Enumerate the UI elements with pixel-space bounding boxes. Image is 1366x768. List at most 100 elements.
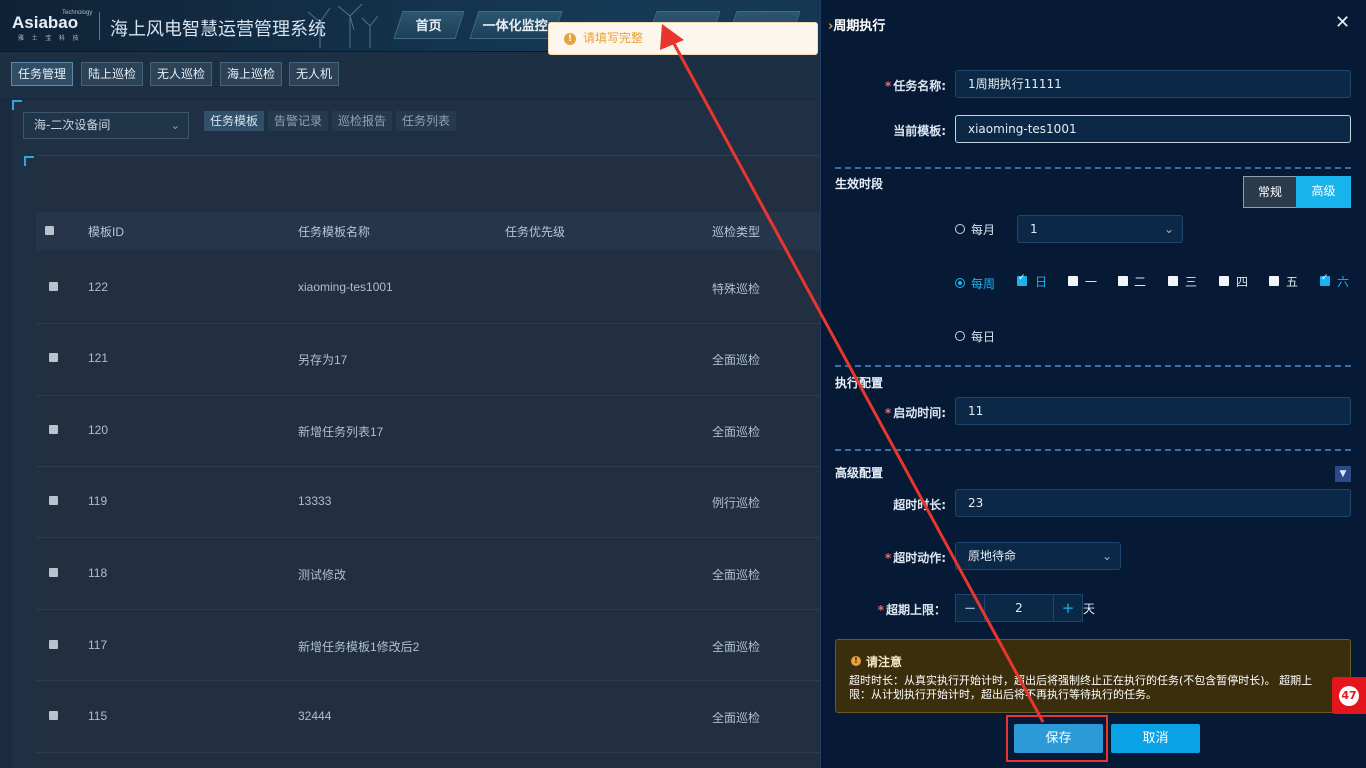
overdue-input[interactable]: 2 xyxy=(984,594,1054,622)
row-checkbox[interactable] xyxy=(49,425,58,434)
radio-weekly-label: 每周 xyxy=(971,277,996,291)
drawer-title: ›周期执行 xyxy=(828,15,885,34)
column-header-id: 模板ID xyxy=(88,225,125,239)
cell-id: 118 xyxy=(88,566,108,580)
tab-task-list[interactable]: 任务列表 xyxy=(396,111,457,131)
wind-turbine-icon xyxy=(307,3,379,48)
overdue-unit: 天 xyxy=(1083,602,1096,616)
radio-daily[interactable] xyxy=(955,331,965,341)
weekday-checkbox[interactable] xyxy=(1017,273,1027,286)
mode-normal-button[interactable]: 常规 xyxy=(1243,176,1297,208)
nav-tab-monitor-label: 一体化监控 xyxy=(483,18,549,33)
weekday-checkbox[interactable] xyxy=(1219,276,1229,286)
cell-name: 新增任务列表17 xyxy=(298,425,384,439)
weekday-checkbox[interactable] xyxy=(1168,276,1178,286)
info-icon: ! xyxy=(851,656,861,666)
weekday-checkbox[interactable] xyxy=(1068,276,1078,286)
cell-name: 新增任务模板1修改后2 xyxy=(298,640,420,654)
nav-tab-home[interactable]: 首页 xyxy=(393,11,465,39)
cell-id: 115 xyxy=(88,709,108,723)
nav-tab-home-label: 首页 xyxy=(415,18,442,33)
weekday-label: 日 xyxy=(1035,275,1048,289)
weekday-checkbox[interactable] xyxy=(1118,276,1128,286)
monthly-day-value: 1 xyxy=(1030,222,1038,236)
timeout-action-select[interactable]: 原地待命 ⌄ xyxy=(955,542,1121,570)
section-divider xyxy=(835,449,1351,451)
cell-id: 117 xyxy=(88,638,108,652)
radio-daily-label: 每日 xyxy=(971,330,996,344)
close-icon[interactable]: ✕ xyxy=(1335,12,1350,33)
start-time-label: * 启动时间: xyxy=(884,406,946,420)
overdue-label-text: 超期上限： xyxy=(885,603,946,617)
row-divider xyxy=(36,537,820,538)
sub-tab-task-management[interactable]: 任务管理 xyxy=(11,62,74,86)
tab-alarm-records[interactable]: 告警记录 xyxy=(268,111,329,131)
cell-name: 32444 xyxy=(298,709,332,723)
row-checkbox[interactable] xyxy=(49,640,58,649)
row-divider xyxy=(36,680,820,681)
template-label: 当前模板: xyxy=(893,124,946,138)
weekday-label: 一 xyxy=(1085,275,1098,289)
cell-name: 测试修改 xyxy=(298,568,347,582)
timeout-action-label: * 超时动作: xyxy=(884,551,946,565)
cell-id: 119 xyxy=(88,494,108,508)
cancel-button[interactable]: 取消 xyxy=(1111,724,1200,753)
monthly-day-select[interactable]: 1 ⌄ xyxy=(1017,215,1183,243)
start-time-label-text: 启动时间: xyxy=(893,406,946,420)
task-name-input[interactable]: 1周期执行11111 xyxy=(955,70,1351,98)
tab-task-template[interactable]: 任务模板 xyxy=(204,111,265,131)
warning-icon: ! xyxy=(564,33,576,45)
row-checkbox[interactable] xyxy=(49,496,58,505)
weekday-checkbox[interactable] xyxy=(1320,273,1330,286)
tab-inspection-report[interactable]: 巡检报告 xyxy=(332,111,393,131)
column-header-name: 任务模板名称 xyxy=(298,225,371,239)
cell-id: 120 xyxy=(88,423,109,437)
timeout-input[interactable]: 23 xyxy=(955,489,1351,517)
increment-button[interactable]: + xyxy=(1053,594,1083,622)
logo-divider xyxy=(99,12,100,40)
chevron-down-icon: ⌄ xyxy=(1163,222,1174,236)
timeout-action-value: 原地待命 xyxy=(968,549,1017,563)
system-title: 海上风电智慧运营管理系统 xyxy=(110,19,326,39)
cell-name: 13333 xyxy=(298,494,332,508)
radio-weekly[interactable] xyxy=(955,278,965,288)
cell-type: 全面巡检 xyxy=(712,640,761,654)
row-divider xyxy=(36,609,820,610)
weekday-label: 二 xyxy=(1134,275,1147,289)
task-name-label: * 任务名称: xyxy=(884,79,946,93)
select-all-checkbox[interactable] xyxy=(45,226,54,235)
start-time-input[interactable]: 11 xyxy=(955,397,1351,425)
cell-type: 特殊巡检 xyxy=(712,282,761,296)
exec-config-section: 执行配置 xyxy=(835,376,884,390)
floating-badge[interactable]: 47 xyxy=(1332,677,1366,714)
logo-brand: Asiabao xyxy=(12,13,79,32)
decrement-button[interactable]: − xyxy=(955,594,985,622)
column-header-priority: 任务优先级 xyxy=(505,225,566,239)
cell-id: 122 xyxy=(88,280,109,294)
toast-message: 请填写完整 xyxy=(583,31,644,45)
weekday-label: 三 xyxy=(1185,275,1198,289)
panel-corner xyxy=(12,100,22,110)
row-checkbox[interactable] xyxy=(49,353,58,362)
row-checkbox[interactable] xyxy=(49,568,58,577)
section-divider xyxy=(835,365,1351,367)
drawer-title-text: 周期执行 xyxy=(833,19,886,34)
table-header xyxy=(36,212,820,250)
overdue-label: * 超期上限： xyxy=(877,603,946,617)
template-input[interactable]: xiaoming-tes1001 xyxy=(955,115,1351,143)
notice-title: 请注意 xyxy=(866,655,903,669)
row-checkbox[interactable] xyxy=(49,282,58,291)
collapse-toggle-icon[interactable]: ▼ xyxy=(1335,466,1351,482)
mode-advanced-button[interactable]: 高级 xyxy=(1296,176,1351,208)
sub-tab-unmanned-inspection[interactable]: 无人巡检 xyxy=(150,62,213,86)
task-name-label-text: 任务名称: xyxy=(893,79,946,93)
row-checkbox[interactable] xyxy=(49,711,58,720)
cell-type: 全面巡检 xyxy=(712,711,761,725)
sub-tab-sea-inspection[interactable]: 海上巡检 xyxy=(220,62,283,86)
sub-tab-drone[interactable]: 无人机 xyxy=(289,62,340,86)
radio-monthly[interactable] xyxy=(955,224,965,234)
sub-tab-land-inspection[interactable]: 陆上巡检 xyxy=(81,62,144,86)
weekday-checkbox[interactable] xyxy=(1269,276,1279,286)
site-select[interactable]: 海-二次设备间 ⌄ xyxy=(23,112,189,139)
radio-monthly-label: 每月 xyxy=(971,223,996,237)
